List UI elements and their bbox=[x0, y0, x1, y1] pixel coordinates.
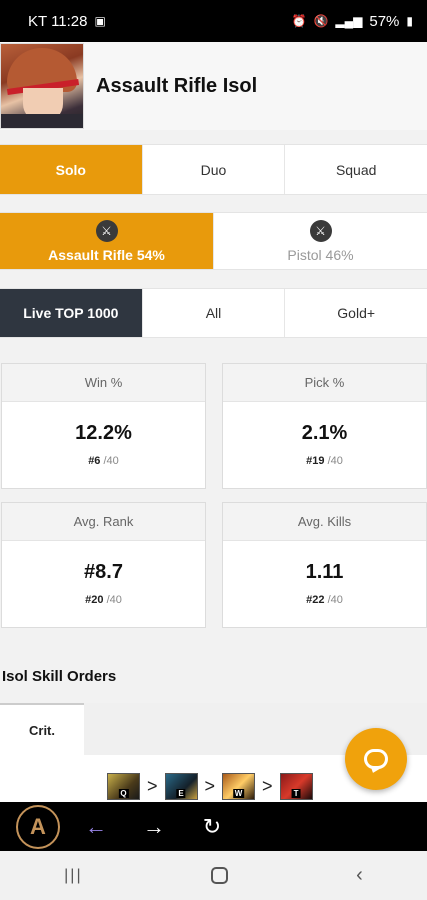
tab-assault-rifle-label: Assault Rifle 54% bbox=[48, 246, 165, 263]
stat-rank: #22 /40 bbox=[306, 594, 343, 606]
tab-pistol[interactable]: ⚔ Pistol 46% bbox=[214, 213, 427, 269]
chat-bubble-icon bbox=[364, 749, 388, 769]
tab-assault-rifle[interactable]: ⚔ Assault Rifle 54% bbox=[0, 213, 214, 269]
stat-rank: #20 /40 bbox=[85, 594, 122, 606]
sequence-arrow: > bbox=[262, 776, 273, 796]
page-title: Assault Rifle Isol bbox=[96, 74, 258, 97]
stat-card-avg-rank: Avg. Rank #8.7 #20 /40 bbox=[1, 502, 206, 628]
assault-rifle-icon: ⚔ bbox=[95, 219, 118, 242]
stat-value: 1.11 bbox=[305, 561, 344, 583]
mode-tabs: Solo Duo Squad bbox=[0, 144, 427, 195]
android-nav-bar: ||| ‹ bbox=[0, 851, 427, 900]
status-time: KT 11:28 bbox=[28, 12, 88, 30]
status-right: ⏰ 🔇 ▂▄▆ 57% ▮ bbox=[291, 13, 413, 30]
skill-sequence: Q > E > W > T bbox=[107, 773, 313, 800]
alarm-icon: ⏰ bbox=[291, 14, 307, 28]
stat-label: Pick % bbox=[223, 364, 426, 402]
stat-value: 2.1% bbox=[301, 422, 348, 444]
stat-card-avg-kills: Avg. Kills 1.11 #22 /40 bbox=[222, 502, 427, 628]
skill-orders-title: Isol Skill Orders bbox=[2, 668, 117, 685]
browser-toolbar: A ← → ↻ bbox=[0, 802, 427, 851]
skill-t-icon: T bbox=[279, 773, 313, 800]
status-left: KT 11:28 ▣ bbox=[28, 13, 106, 30]
skill-q-icon: Q bbox=[107, 773, 140, 800]
stat-card-win-rate: Win % 12.2% #6 /40 bbox=[1, 363, 206, 489]
app-screen: KT 11:28 ▣ ⏰ 🔇 ▂▄▆ 57% ▮ Assault Rifle I… bbox=[0, 0, 427, 900]
tab-gold-plus[interactable]: Gold+ bbox=[285, 289, 427, 337]
skill-e-icon: E bbox=[164, 773, 198, 800]
gallery-icon: ▣ bbox=[94, 14, 106, 28]
stat-card-pick-rate: Pick % 2.1% #19 /40 bbox=[222, 363, 427, 489]
tab-live-top-1000[interactable]: Live TOP 1000 bbox=[0, 289, 143, 337]
forward-arrow-icon[interactable]: → bbox=[134, 807, 174, 847]
stat-label: Win % bbox=[2, 364, 205, 402]
app-logo-icon[interactable]: A bbox=[16, 804, 60, 849]
sequence-arrow: > bbox=[204, 776, 216, 796]
character-header: Assault Rifle Isol bbox=[0, 42, 427, 130]
recents-icon[interactable]: ||| bbox=[64, 867, 82, 885]
tab-squad[interactable]: Squad bbox=[285, 145, 427, 194]
battery-percent: 57% bbox=[369, 12, 400, 30]
character-avatar bbox=[0, 43, 84, 129]
chat-button[interactable] bbox=[345, 728, 407, 790]
home-icon[interactable] bbox=[210, 867, 228, 884]
mute-icon: 🔇 bbox=[313, 14, 329, 28]
status-bar: KT 11:28 ▣ ⏰ 🔇 ▂▄▆ 57% ▮ bbox=[0, 0, 427, 42]
back-nav-icon[interactable]: ‹ bbox=[356, 864, 363, 887]
back-arrow-icon[interactable]: ← bbox=[76, 807, 116, 847]
sequence-arrow: > bbox=[147, 776, 158, 796]
battery-icon: ▮ bbox=[406, 14, 413, 28]
stat-value: #8.7 bbox=[84, 561, 123, 583]
pistol-icon: ⚔ bbox=[309, 219, 332, 242]
stat-rank: #19 /40 bbox=[306, 455, 343, 467]
tab-solo[interactable]: Solo bbox=[0, 145, 143, 194]
tab-pistol-label: Pistol 46% bbox=[287, 246, 354, 263]
lte-signal-icon: ▂▄▆ bbox=[335, 14, 363, 28]
stat-rank: #6 /40 bbox=[88, 455, 119, 467]
tab-crit[interactable]: Crit. bbox=[0, 703, 84, 755]
tier-tabs: Live TOP 1000 All Gold+ bbox=[0, 288, 427, 338]
weapon-tabs: ⚔ Assault Rifle 54% ⚔ Pistol 46% bbox=[0, 212, 427, 270]
stat-label: Avg. Kills bbox=[223, 503, 426, 541]
reload-icon[interactable]: ↻ bbox=[192, 807, 232, 847]
tab-duo[interactable]: Duo bbox=[143, 145, 286, 194]
skill-w-icon: W bbox=[222, 773, 256, 800]
stat-label: Avg. Rank bbox=[2, 503, 205, 541]
stat-value: 12.2% bbox=[75, 422, 132, 444]
tab-all[interactable]: All bbox=[143, 289, 286, 337]
